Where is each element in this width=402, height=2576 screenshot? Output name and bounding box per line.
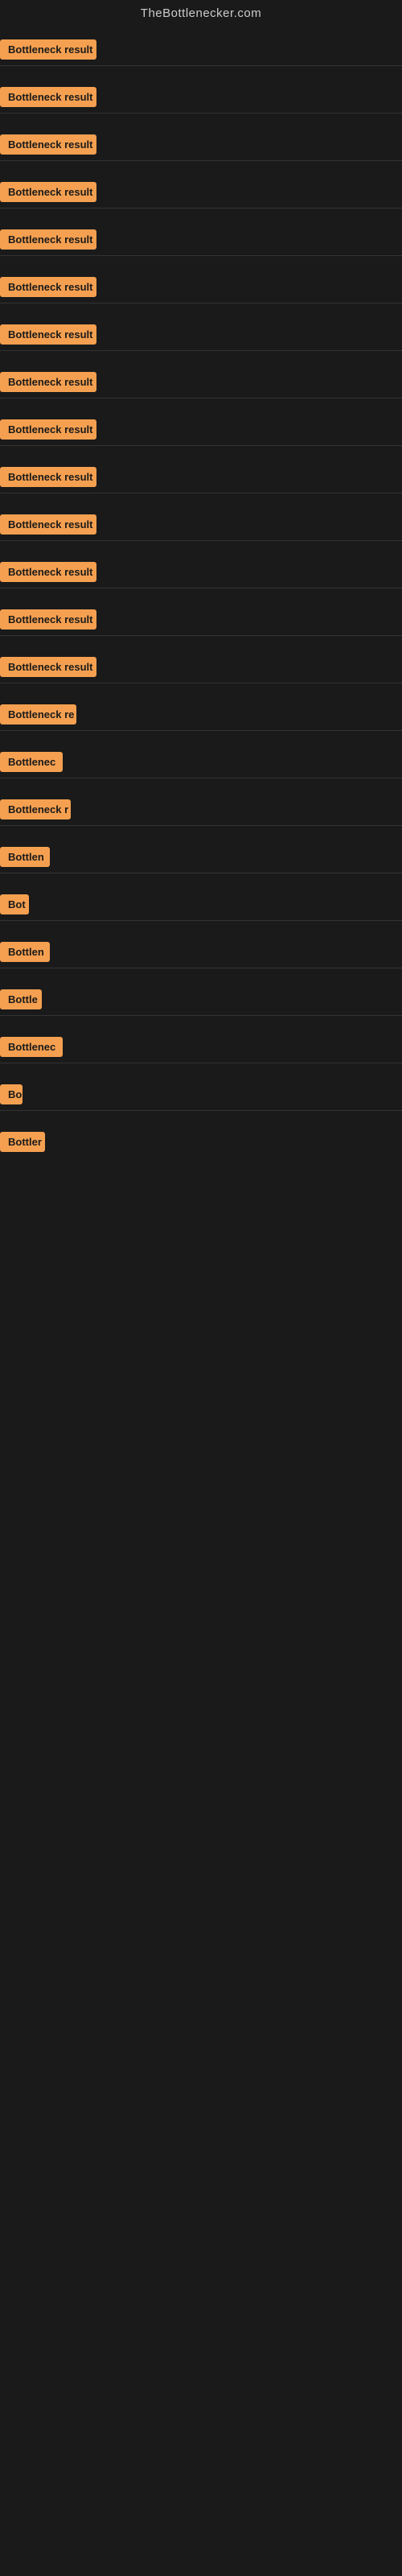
bottleneck-badge[interactable]: Bottleneck result <box>0 467 96 487</box>
list-item: Bottleneck result <box>0 410 402 457</box>
list-item: Bottleneck result <box>0 647 402 695</box>
bottleneck-badge[interactable]: Bottleneck result <box>0 324 96 345</box>
list-item: Bottleneck result <box>0 505 402 552</box>
separator <box>0 920 402 921</box>
list-item: Bot <box>0 885 402 932</box>
separator <box>0 350 402 351</box>
list-item: Bottleneck result <box>0 552 402 600</box>
list-item: Bottleneck r <box>0 790 402 837</box>
bottleneck-badge[interactable]: Bottleneck result <box>0 39 96 60</box>
list-item: Bottleneck result <box>0 600 402 647</box>
list-item: Bottleneck re <box>0 695 402 742</box>
bottleneck-badge[interactable]: Bottleneck result <box>0 609 96 630</box>
list-item: Bottleneck result <box>0 457 402 505</box>
bottleneck-badge[interactable]: Bottleneck result <box>0 514 96 535</box>
bottleneck-badge[interactable]: Bottleneck result <box>0 87 96 107</box>
separator <box>0 113 402 114</box>
separator <box>0 255 402 256</box>
separator <box>0 1110 402 1111</box>
bottleneck-badge[interactable]: Bottlen <box>0 942 50 962</box>
list-item: Bottlenec <box>0 742 402 790</box>
bottleneck-badge[interactable]: Bottlenec <box>0 752 63 772</box>
bottleneck-badge[interactable]: Bottlen <box>0 847 50 867</box>
separator <box>0 65 402 66</box>
list-item: Bottle <box>0 980 402 1027</box>
bottleneck-badge[interactable]: Bottle <box>0 989 42 1009</box>
site-title: TheBottlenecker.com <box>141 6 261 20</box>
separator <box>0 160 402 161</box>
bottleneck-badge[interactable]: Bottleneck re <box>0 704 76 724</box>
bottleneck-badge[interactable]: Bottleneck result <box>0 419 96 440</box>
list-item: Bottleneck result <box>0 220 402 267</box>
separator <box>0 445 402 446</box>
site-header: TheBottlenecker.com <box>0 0 402 30</box>
bottleneck-badge[interactable]: Bottleneck result <box>0 277 96 297</box>
separator <box>0 540 402 541</box>
list-item: Bottler <box>0 1122 402 1166</box>
bottleneck-badge[interactable]: Bottleneck result <box>0 372 96 392</box>
bottleneck-badge[interactable]: Bottleneck result <box>0 229 96 250</box>
separator <box>0 825 402 826</box>
list-item: Bottlen <box>0 932 402 980</box>
list-item: Bottleneck result <box>0 172 402 220</box>
list-item: Bottleneck result <box>0 267 402 315</box>
bottleneck-badge[interactable]: Bot <box>0 894 29 914</box>
list-item: Bottleneck result <box>0 125 402 172</box>
list-item: Bottleneck result <box>0 362 402 410</box>
bottleneck-badge[interactable]: Bottlenec <box>0 1037 63 1057</box>
bottleneck-badge[interactable]: Bottleneck r <box>0 799 71 819</box>
list-item: Bottleneck result <box>0 77 402 125</box>
list-item: Bottleneck result <box>0 30 402 77</box>
separator <box>0 1015 402 1016</box>
bottleneck-badge[interactable]: Bo <box>0 1084 23 1104</box>
separator <box>0 730 402 731</box>
list-item: Bottlenec <box>0 1027 402 1075</box>
bottleneck-badge[interactable]: Bottler <box>0 1132 45 1152</box>
list-item: Bo <box>0 1075 402 1122</box>
separator <box>0 635 402 636</box>
bottleneck-badge[interactable]: Bottleneck result <box>0 657 96 677</box>
list-item: Bottleneck result <box>0 315 402 362</box>
bottleneck-badge[interactable]: Bottleneck result <box>0 134 96 155</box>
bottleneck-badge[interactable]: Bottleneck result <box>0 182 96 202</box>
list-item: Bottlen <box>0 837 402 885</box>
bottleneck-badge[interactable]: Bottleneck result <box>0 562 96 582</box>
